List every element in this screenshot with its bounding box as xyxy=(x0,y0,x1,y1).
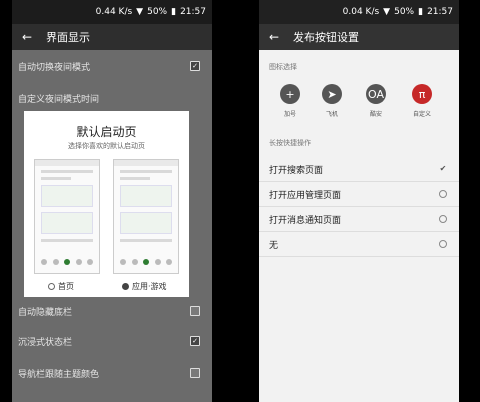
radio-icon[interactable] xyxy=(48,283,55,290)
clock: 21:57 xyxy=(180,7,206,17)
coolapk-icon[interactable]: OA xyxy=(366,84,386,104)
back-arrow-icon[interactable]: ← xyxy=(265,30,283,44)
back-arrow-icon[interactable]: ← xyxy=(18,30,36,44)
page-title: 发布按钮设置 xyxy=(293,31,359,44)
checkbox[interactable] xyxy=(190,368,200,378)
status-bar: 0.44 K/s ▼ 50% ▮ 21:57 xyxy=(12,0,212,24)
right-phone-screen: 0.04 K/s ▼ 50% ▮ 21:57 ← 发布按钮设置 图标选择 + 加… xyxy=(259,0,459,402)
page-title: 界面显示 xyxy=(46,31,90,44)
setting-label: 自定义夜间模式时间 xyxy=(18,95,100,105)
option-home[interactable]: 首页 xyxy=(48,281,74,292)
setting-auto-hide-bottom[interactable]: 自动隐藏底栏 xyxy=(18,305,206,318)
signal-icon: ▼ xyxy=(136,7,144,17)
battery-icon: ▮ xyxy=(418,7,424,17)
clock: 21:57 xyxy=(427,7,453,17)
option-label: 无 xyxy=(269,241,279,251)
icon-label: 酷安 xyxy=(369,111,382,118)
network-speed: 0.04 K/s xyxy=(342,7,380,17)
option-label: 打开应用管理页面 xyxy=(269,191,342,201)
radio-icon[interactable] xyxy=(439,240,447,248)
app-bar: ← 界面显示 xyxy=(12,24,212,50)
icon-section-title: 图标选择 xyxy=(269,63,297,71)
radio-checked-icon[interactable] xyxy=(122,283,129,290)
default-start-page-dialog: 默认启动页 选择你喜欢的默认启动页 首页 应用·游戏 xyxy=(24,111,189,297)
setting-label: 自动切换夜间模式 xyxy=(18,63,91,73)
option-open-search[interactable]: 打开搜索页面 ✔ xyxy=(259,157,459,182)
icon-label: 加号 xyxy=(283,111,296,118)
checkbox[interactable] xyxy=(190,306,200,316)
paper-plane-icon[interactable]: ➤ xyxy=(322,84,342,104)
option-open-app-manager[interactable]: 打开应用管理页面 xyxy=(259,182,459,207)
long-press-section-title: 长按快捷操作 xyxy=(269,139,311,147)
dialog-title: 默认启动页 xyxy=(76,125,137,139)
battery-level: 50% xyxy=(147,7,168,17)
setting-immersive-statusbar[interactable]: 沉浸式状态栏 ✓ xyxy=(18,335,206,348)
setting-custom-night-time[interactable]: 自定义夜间模式时间 xyxy=(18,92,206,105)
radio-icon[interactable] xyxy=(439,190,447,198)
icon-label: 飞机 xyxy=(325,111,338,118)
option-none[interactable]: 无 xyxy=(259,232,459,257)
signal-icon: ▼ xyxy=(383,7,391,17)
dialog-subtitle: 选择你喜欢的默认启动页 xyxy=(68,142,145,150)
status-bar: 0.04 K/s ▼ 50% ▮ 21:57 xyxy=(259,0,459,24)
apps-games-preview[interactable] xyxy=(113,159,179,274)
home-page-preview[interactable] xyxy=(34,159,100,274)
option-apps-games[interactable]: 应用·游戏 xyxy=(122,281,167,292)
setting-label: 导航栏跟随主题颜色 xyxy=(18,370,100,380)
option-label: 打开消息通知页面 xyxy=(269,216,342,226)
option-open-notifications[interactable]: 打开消息通知页面 xyxy=(259,207,459,232)
icon-label: 自定义 xyxy=(412,111,431,118)
network-speed: 0.44 K/s xyxy=(95,7,133,17)
check-icon[interactable]: ✔ xyxy=(439,165,447,173)
plus-icon[interactable]: + xyxy=(280,84,300,104)
option-label: 首页 xyxy=(58,282,74,291)
setting-label: 自动隐藏底栏 xyxy=(18,308,73,318)
pi-icon[interactable]: π xyxy=(412,84,432,104)
setting-navbar-theme-color[interactable]: 导航栏跟随主题颜色 xyxy=(18,367,206,380)
battery-level: 50% xyxy=(394,7,415,17)
left-phone-screen: 0.44 K/s ▼ 50% ▮ 21:57 ← 界面显示 自动切换夜间模式 ✓… xyxy=(12,0,212,402)
battery-icon: ▮ xyxy=(171,7,177,17)
radio-icon[interactable] xyxy=(439,215,447,223)
app-bar: ← 发布按钮设置 xyxy=(259,24,459,50)
option-label: 打开搜索页面 xyxy=(269,166,324,176)
checkbox[interactable]: ✓ xyxy=(190,61,200,71)
option-label: 应用·游戏 xyxy=(132,282,167,291)
setting-label: 沉浸式状态栏 xyxy=(18,338,73,348)
checkbox[interactable]: ✓ xyxy=(190,336,200,346)
setting-auto-night[interactable]: 自动切换夜间模式 ✓ xyxy=(18,60,206,73)
